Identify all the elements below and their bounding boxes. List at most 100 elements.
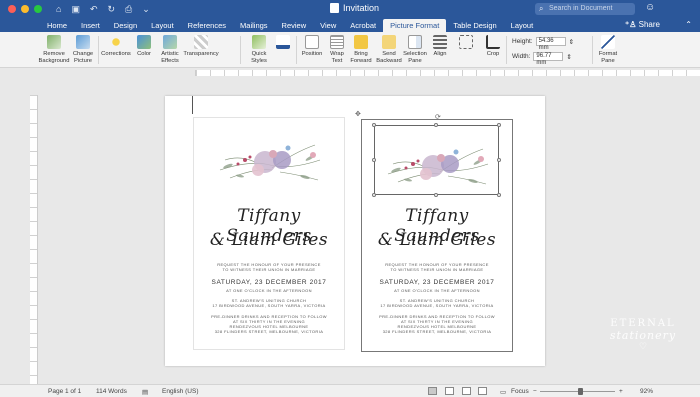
couple-name-2: & Liam Giles bbox=[209, 230, 329, 250]
resize-handle[interactable] bbox=[372, 158, 376, 162]
bring-forward-label: Bring Forward bbox=[350, 51, 372, 64]
format-pane-icon bbox=[601, 35, 615, 49]
bring-forward-button[interactable]: Bring Forward bbox=[350, 35, 372, 64]
quick-styles-label: Quick Styles bbox=[251, 51, 267, 64]
zoom-level[interactable]: 92% bbox=[640, 388, 653, 395]
format-pane-button[interactable]: Format Pane bbox=[596, 35, 620, 64]
resize-handle[interactable] bbox=[434, 193, 438, 197]
draft-view-button[interactable] bbox=[478, 387, 487, 395]
corrections-icon bbox=[109, 35, 123, 49]
artistic-effects-button[interactable]: Artistic Effects bbox=[157, 35, 183, 64]
focus-icon[interactable]: ▭ bbox=[500, 388, 506, 396]
share-button[interactable]: ⁺♙ Share bbox=[625, 20, 660, 29]
feedback-icon[interactable]: ☺ bbox=[645, 2, 655, 13]
tab-review[interactable]: Review bbox=[275, 19, 314, 32]
resize-handle[interactable] bbox=[497, 158, 501, 162]
crop-label: Crop bbox=[486, 51, 500, 57]
crop-button[interactable]: Crop bbox=[484, 35, 502, 58]
tab-picture-format[interactable]: Picture Format bbox=[383, 19, 447, 32]
print-layout-view-button[interactable] bbox=[428, 387, 437, 395]
rotate-handle-icon[interactable]: ⟳ bbox=[435, 113, 441, 121]
resize-handle[interactable] bbox=[372, 123, 376, 127]
position-icon bbox=[305, 35, 319, 49]
tab-table-design[interactable]: Table Design bbox=[446, 19, 503, 32]
table-move-handle-icon[interactable]: ✥ bbox=[355, 110, 361, 118]
invitation-card-left[interactable]: Tiffany Saunders & Liam Giles REQUEST TH… bbox=[193, 117, 345, 350]
redo-icon[interactable]: ↻ bbox=[108, 4, 116, 15]
divider bbox=[98, 36, 99, 64]
resize-handle[interactable] bbox=[434, 123, 438, 127]
selection-pane-button[interactable]: Selection Pane bbox=[403, 35, 427, 64]
search-input[interactable]: ⌕ Search in Document bbox=[535, 3, 635, 15]
web-layout-view-button[interactable] bbox=[445, 387, 454, 395]
minimize-window-button[interactable] bbox=[21, 5, 29, 13]
zoom-window-button[interactable] bbox=[34, 5, 42, 13]
group-button[interactable] bbox=[458, 35, 474, 51]
change-picture-label: Change Picture bbox=[72, 51, 94, 64]
floral-image[interactable] bbox=[210, 130, 330, 190]
position-button[interactable]: Position bbox=[300, 35, 324, 58]
print-icon[interactable]: ⎙ bbox=[125, 4, 132, 15]
brand-watermark: ETERNAL stationery ♡ bbox=[598, 318, 688, 352]
width-field: Width: 96.77 mm ⇕ bbox=[512, 52, 572, 66]
undo-icon[interactable]: ↶ bbox=[90, 4, 98, 15]
home-icon[interactable]: ⌂ bbox=[56, 4, 61, 15]
change-picture-icon bbox=[76, 35, 90, 49]
change-picture-button[interactable]: Change Picture bbox=[70, 35, 96, 64]
zoom-in-icon[interactable]: + bbox=[619, 388, 623, 395]
horizontal-ruler[interactable] bbox=[40, 69, 700, 77]
ruler-ticks bbox=[196, 70, 700, 76]
color-button[interactable]: Color bbox=[134, 35, 154, 58]
quick-styles-icon bbox=[252, 35, 266, 49]
zoom-out-icon[interactable]: − bbox=[533, 388, 537, 395]
tab-view[interactable]: View bbox=[313, 19, 343, 32]
align-button[interactable]: Align bbox=[430, 35, 450, 58]
width-stepper-icon[interactable]: ⇕ bbox=[566, 53, 571, 61]
send-backward-button[interactable]: Send Backward bbox=[376, 35, 402, 64]
word-count[interactable]: 114 Words bbox=[96, 388, 127, 395]
wrap-text-button[interactable]: Wrap Text bbox=[328, 35, 346, 64]
picture-border-button[interactable] bbox=[276, 35, 290, 51]
language-indicator[interactable]: English (US) bbox=[162, 388, 198, 395]
resize-handle[interactable] bbox=[497, 123, 501, 127]
tab-design[interactable]: Design bbox=[107, 19, 144, 32]
heart-icon: ♡ bbox=[638, 342, 648, 352]
tab-layout[interactable]: Layout bbox=[144, 19, 181, 32]
wrap-text-icon bbox=[330, 35, 344, 49]
page-count[interactable]: Page 1 of 1 bbox=[48, 388, 81, 395]
event-time: AT ONE O'CLOCK IN THE AFTERNOON bbox=[226, 288, 312, 293]
height-input[interactable]: 54.36 mm bbox=[535, 37, 566, 51]
couple-name-2: & Liam Giles bbox=[377, 230, 497, 250]
outline-view-button[interactable] bbox=[462, 387, 471, 395]
customize-icon[interactable]: ⌄ bbox=[142, 4, 150, 15]
resize-handle[interactable] bbox=[372, 193, 376, 197]
proofing-icon[interactable]: ▤ bbox=[142, 388, 148, 396]
width-input[interactable]: 96.77 mm bbox=[533, 52, 564, 66]
corrections-button[interactable]: Corrections bbox=[100, 35, 132, 58]
tab-insert[interactable]: Insert bbox=[74, 19, 107, 32]
tab-table-layout[interactable]: Layout bbox=[504, 19, 541, 32]
tab-references[interactable]: References bbox=[181, 19, 233, 32]
close-window-button[interactable] bbox=[8, 5, 16, 13]
image-selection-frame[interactable] bbox=[374, 125, 499, 195]
collapse-ribbon-icon[interactable]: ⌃ bbox=[685, 20, 692, 29]
tab-acrobat[interactable]: Acrobat bbox=[343, 19, 383, 32]
focus-mode-label[interactable]: Focus bbox=[511, 388, 529, 395]
tab-home[interactable]: Home bbox=[40, 19, 74, 32]
remove-background-button[interactable]: Remove Background bbox=[38, 35, 70, 64]
save-icon[interactable]: ▣ bbox=[71, 4, 80, 15]
zoom-slider-thumb[interactable] bbox=[578, 388, 583, 395]
width-label: Width: bbox=[512, 53, 531, 60]
divider bbox=[240, 36, 241, 64]
tab-mailings[interactable]: Mailings bbox=[233, 19, 275, 32]
divider bbox=[592, 36, 593, 64]
resize-handle[interactable] bbox=[497, 193, 501, 197]
title-bar: ⌂ ▣ ↶ ↻ ⎙ ⌄ Invitation ⌕ Search in Docum… bbox=[0, 0, 700, 18]
quick-styles-button[interactable]: Quick Styles bbox=[248, 35, 270, 64]
transparency-button[interactable]: Transparency bbox=[183, 35, 219, 58]
height-stepper-icon[interactable]: ⇕ bbox=[569, 38, 574, 46]
selection-pane-label: Selection Pane bbox=[403, 51, 427, 64]
crop-icon bbox=[486, 35, 500, 49]
vertical-ruler[interactable] bbox=[30, 95, 38, 385]
corrections-label: Corrections bbox=[101, 51, 131, 57]
